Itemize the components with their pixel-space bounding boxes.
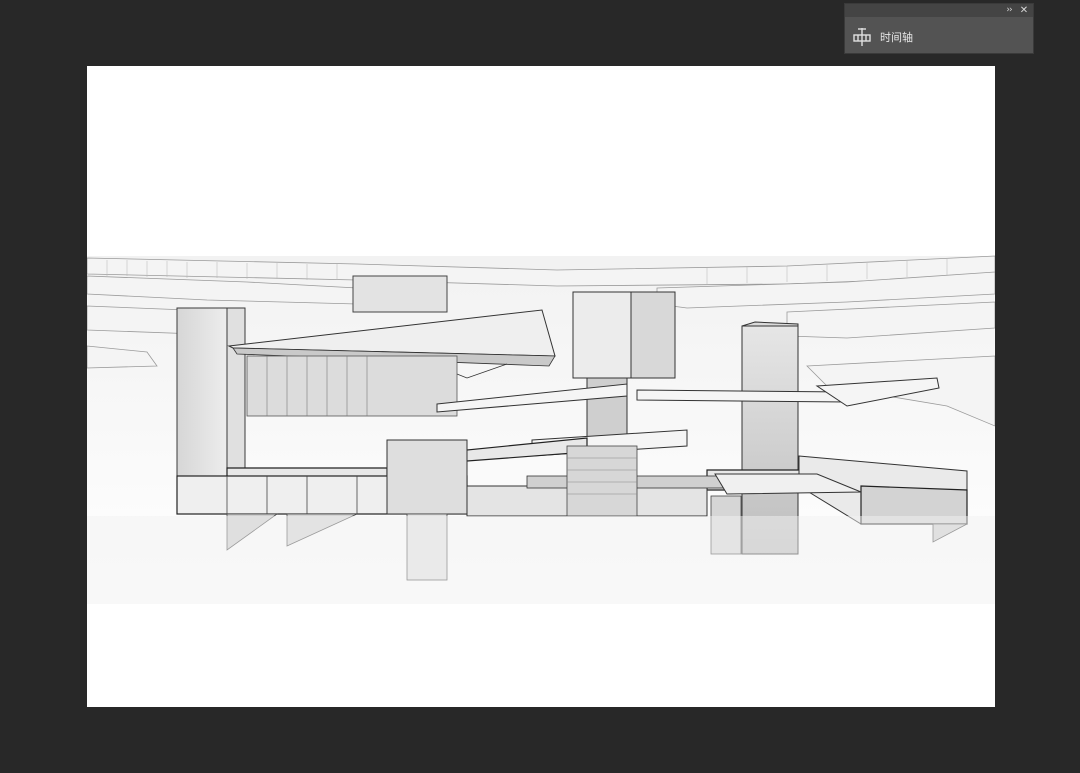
workspace: ›› ✕ 时间轴 xyxy=(0,0,1080,773)
timeline-icon xyxy=(853,28,871,46)
panel-header[interactable]: ›› ✕ xyxy=(845,4,1033,17)
architectural-render-image xyxy=(87,255,995,604)
collapse-panel-button[interactable]: ›› xyxy=(1003,4,1015,17)
timeline-label: 时间轴 xyxy=(880,31,913,44)
floating-panel: ›› ✕ 时间轴 xyxy=(844,3,1034,54)
timeline-panel-button[interactable]: 时间轴 xyxy=(851,26,913,48)
close-panel-button[interactable]: ✕ xyxy=(1018,4,1030,17)
document-canvas[interactable] xyxy=(87,66,995,707)
